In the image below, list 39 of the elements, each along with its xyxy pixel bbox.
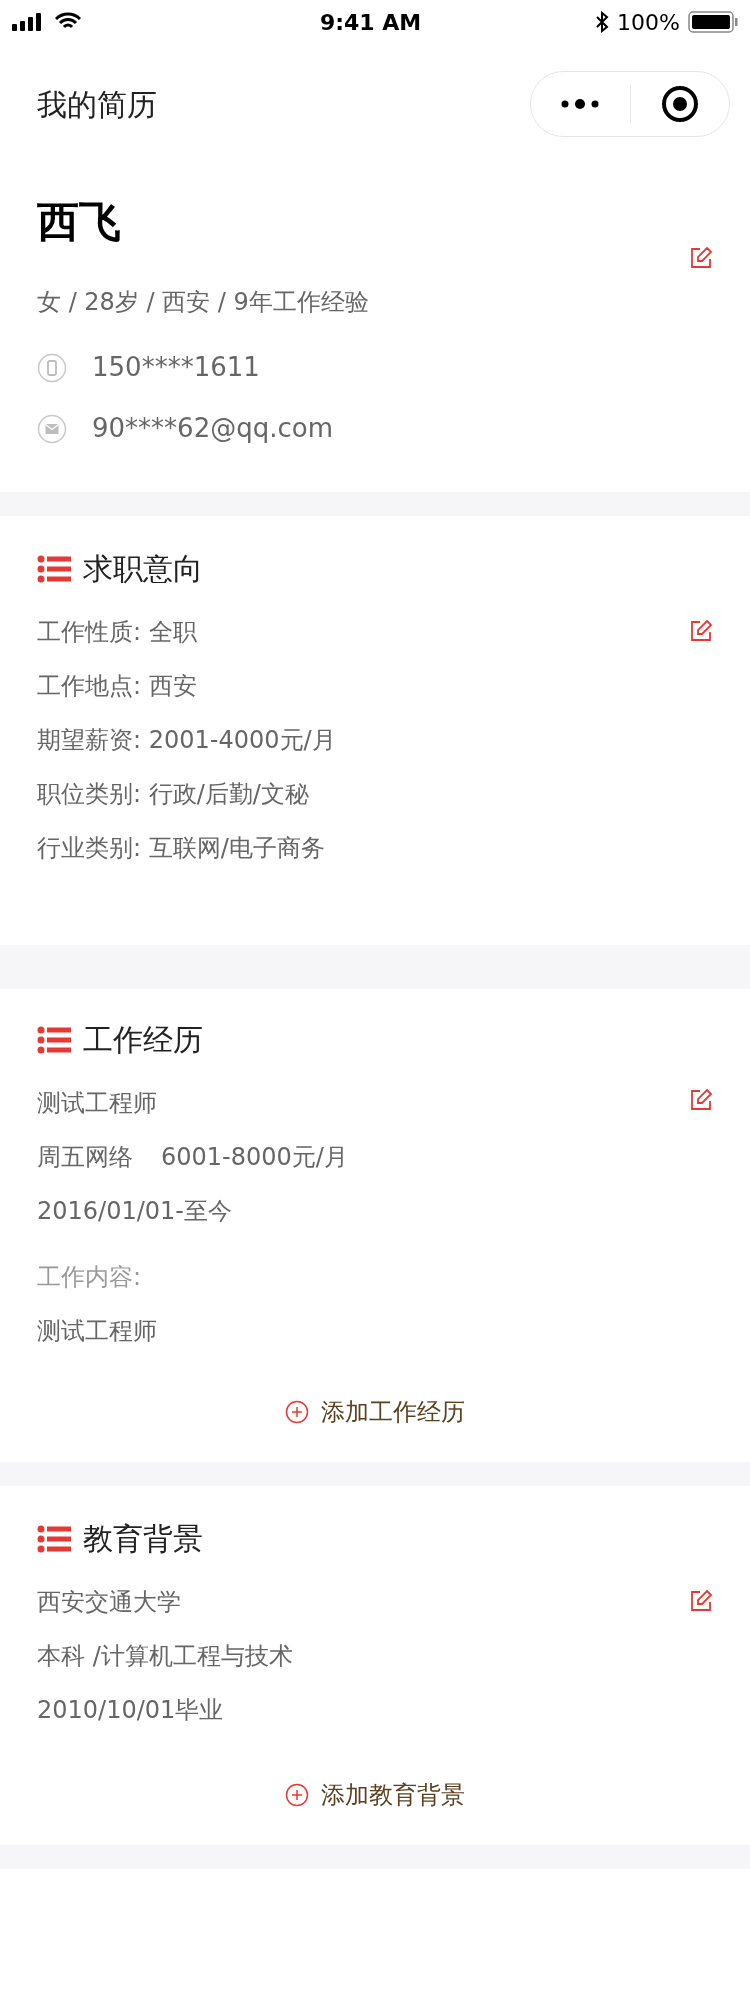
degree-major: 本科 /计算机工程与技术 [37, 1641, 293, 1672]
list-icon [37, 554, 71, 583]
job-content: 测试工程师 [37, 1316, 157, 1347]
content-label: 工作内容: [37, 1262, 143, 1293]
school-name: 西安交通大学 [37, 1587, 181, 1618]
bluetooth-icon [595, 11, 610, 33]
add-button[interactable]: 添加教育背景 [285, 1777, 465, 1813]
battery-icon [688, 11, 738, 33]
email-address: 90****62@qq.com [92, 412, 333, 445]
company-name: 周五网络 [37, 1142, 133, 1173]
intent-row-text: 行业类别: 互联网/电子商务 [37, 833, 325, 864]
edit-icon[interactable] [689, 246, 713, 270]
edit-icon[interactable] [689, 619, 713, 643]
add-button[interactable]: 添加工作经历 [285, 1394, 465, 1430]
intent-row-text: 工作地点: 西安 [37, 671, 197, 702]
profile-name: 西飞 [37, 196, 122, 248]
list-icon [37, 1025, 71, 1054]
section-title: 求职意向 [83, 550, 203, 588]
plus-circle-icon [285, 1783, 309, 1807]
profile-summary: 女 / 28岁 / 西安 / 9年工作经验 [37, 287, 370, 318]
battery-percent: 100% [617, 8, 680, 37]
list-icon [37, 1524, 71, 1553]
section-title: 工作经历 [83, 1021, 203, 1059]
intent-row-text: 工作性质: 全职 [37, 617, 197, 648]
intent-row-text: 职位类别: 行政/后勤/文秘 [37, 779, 309, 810]
status-time: 9:41 AM [319, 8, 422, 37]
section-title: 教育背景 [83, 1520, 203, 1558]
graduation-date: 2010/10/01毕业 [37, 1695, 224, 1726]
page-title: 我的简历 [37, 85, 157, 124]
job-position: 测试工程师 [37, 1088, 157, 1119]
edit-icon[interactable] [689, 1589, 713, 1613]
intent-row-text: 期望薪资: 2001-4000元/月 [37, 725, 336, 756]
edit-icon[interactable] [689, 1088, 713, 1112]
job-salary: 6001-8000元/月 [161, 1142, 348, 1173]
phone-icon [37, 352, 67, 383]
plus-circle-icon [285, 1400, 309, 1424]
job-period: 2016/01/01-至今 [37, 1196, 232, 1227]
phone-number: 150****1611 [92, 351, 260, 384]
mail-icon [37, 413, 67, 444]
